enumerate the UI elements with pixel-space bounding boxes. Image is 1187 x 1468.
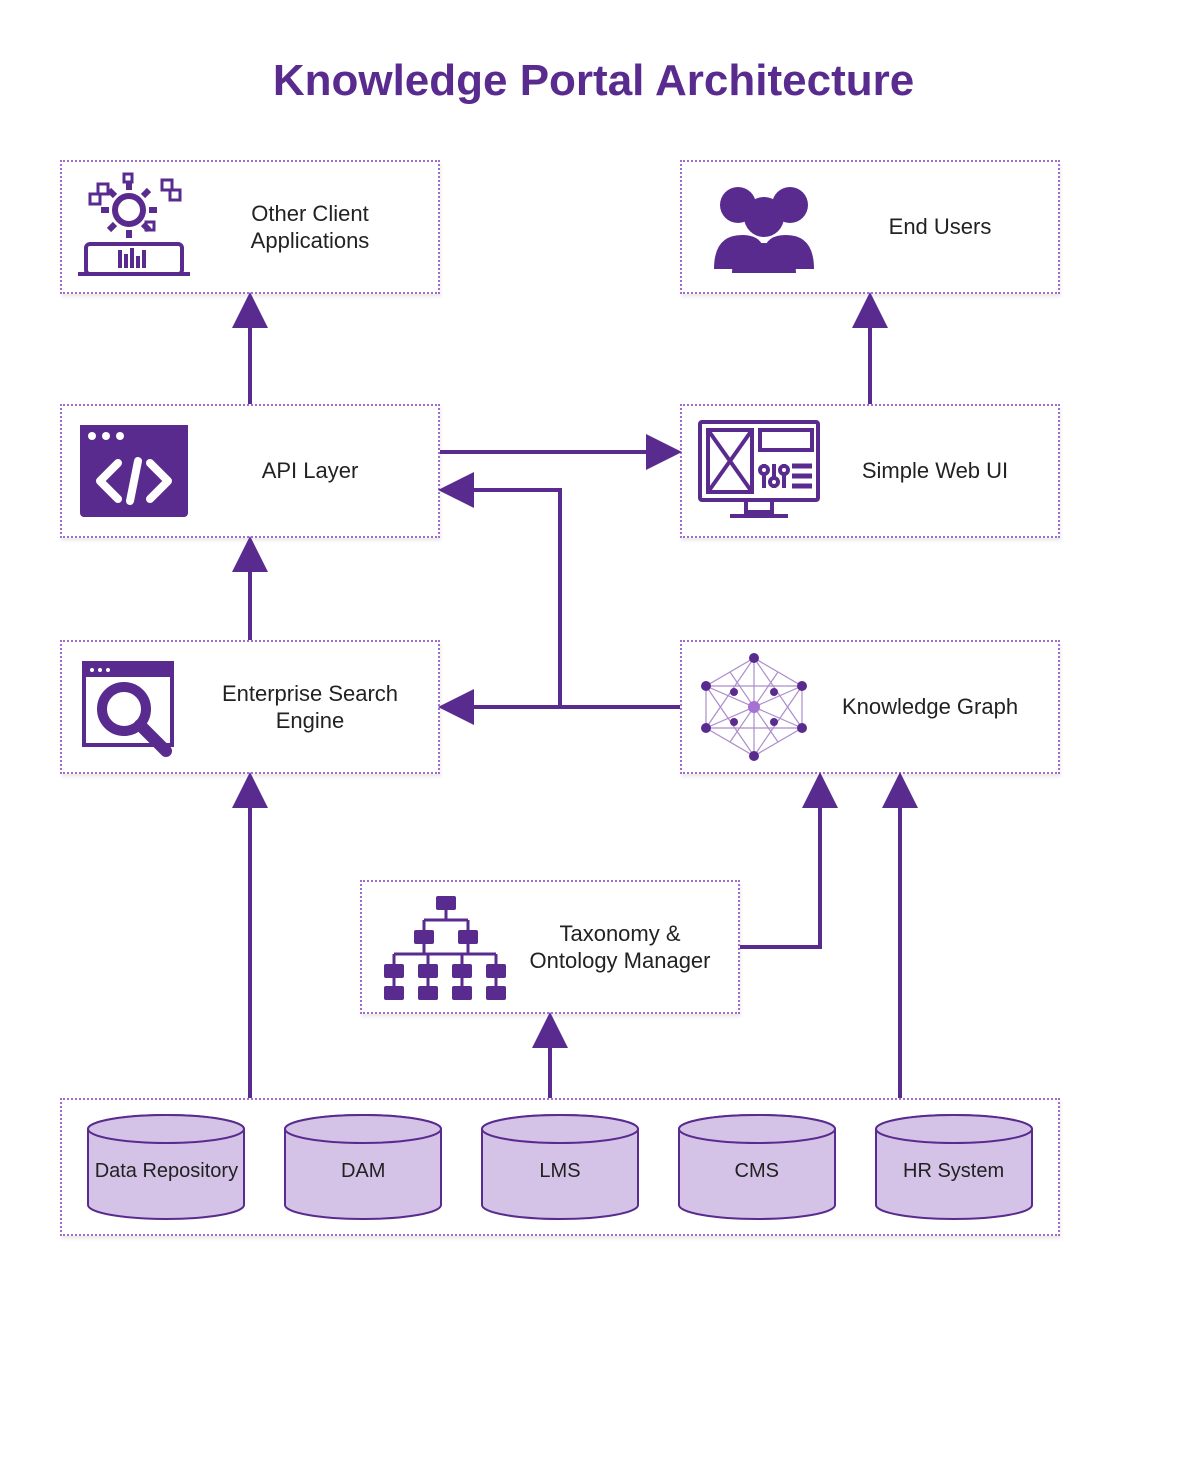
node-taxonomy-ontology: Taxonomy & Ontology Manager — [360, 880, 740, 1014]
node-knowledge-graph: Knowledge Graph — [680, 640, 1060, 774]
node-label: Taxonomy & Ontology Manager — [514, 920, 726, 975]
hierarchy-icon — [374, 890, 514, 1004]
network-graph-icon — [694, 650, 814, 764]
page-title: Knowledge Portal Architecture — [0, 0, 1187, 106]
diagram-canvas: Other Client Applications End Users — [60, 160, 1120, 1400]
datasource-cylinder: DAM — [278, 1113, 448, 1221]
code-window-icon — [74, 414, 194, 528]
datasource-cylinder: Data Repository — [81, 1113, 251, 1221]
search-icon — [74, 650, 194, 764]
node-other-client-apps: Other Client Applications — [60, 160, 440, 294]
edge-kg-to-api — [444, 490, 560, 707]
monitor-ui-icon — [694, 414, 824, 528]
node-datasources: Data Repository DAM LMS CMS HR System — [60, 1098, 1060, 1236]
gear-process-icon — [74, 170, 194, 284]
datasource-label: HR System — [903, 1152, 1004, 1183]
datasource-label: DAM — [341, 1152, 385, 1183]
datasource-label: LMS — [539, 1152, 580, 1183]
node-api-layer: API Layer — [60, 404, 440, 538]
node-end-users: End Users — [680, 160, 1060, 294]
node-search-engine: Enterprise Search Engine — [60, 640, 440, 774]
node-web-ui: Simple Web UI — [680, 404, 1060, 538]
datasource-label: Data Repository — [95, 1152, 238, 1183]
node-label: Simple Web UI — [824, 457, 1046, 485]
datasource-cylinder: LMS — [475, 1113, 645, 1221]
users-icon — [694, 170, 834, 284]
edge-taxo-to-kg — [740, 778, 820, 947]
datasource-cylinder: HR System — [869, 1113, 1039, 1221]
node-label: Knowledge Graph — [814, 693, 1046, 721]
datasource-cylinder: CMS — [672, 1113, 842, 1221]
node-label: API Layer — [194, 457, 426, 485]
datasource-label: CMS — [735, 1152, 779, 1183]
node-label: Enterprise Search Engine — [194, 680, 426, 735]
node-label: Other Client Applications — [194, 200, 426, 255]
node-label: End Users — [834, 213, 1046, 241]
